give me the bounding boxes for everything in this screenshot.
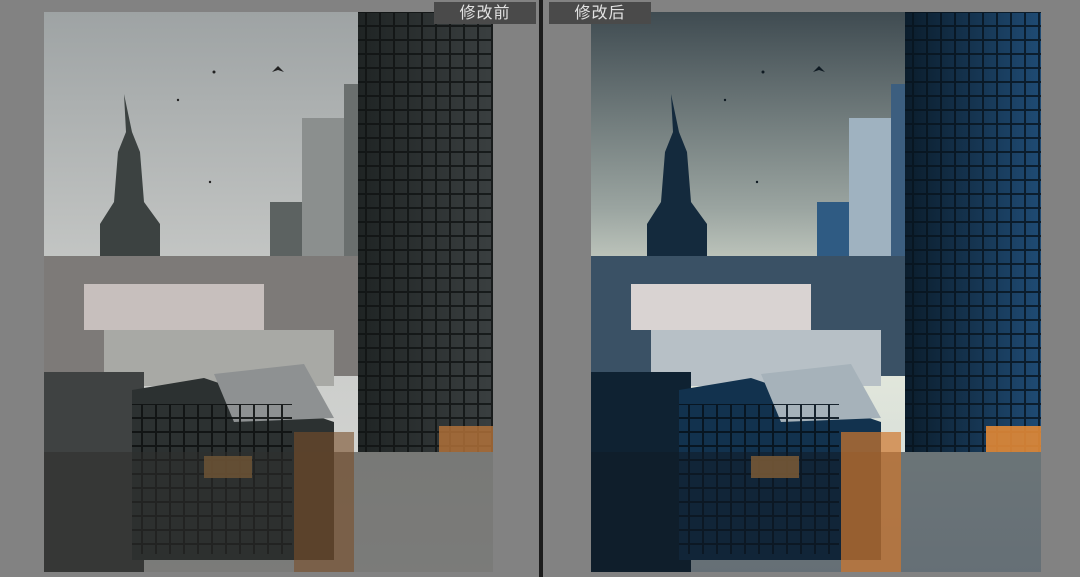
- before-cityscape: [44, 12, 493, 572]
- panel-divider[interactable]: [539, 0, 543, 577]
- before-photo: [44, 12, 493, 572]
- after-photo: [591, 12, 1041, 572]
- after-cityscape: [591, 12, 1041, 572]
- comparison-viewer: 修改前 修改后: [0, 0, 1080, 577]
- after-label: 修改后: [549, 2, 651, 24]
- before-label: 修改前: [434, 2, 536, 24]
